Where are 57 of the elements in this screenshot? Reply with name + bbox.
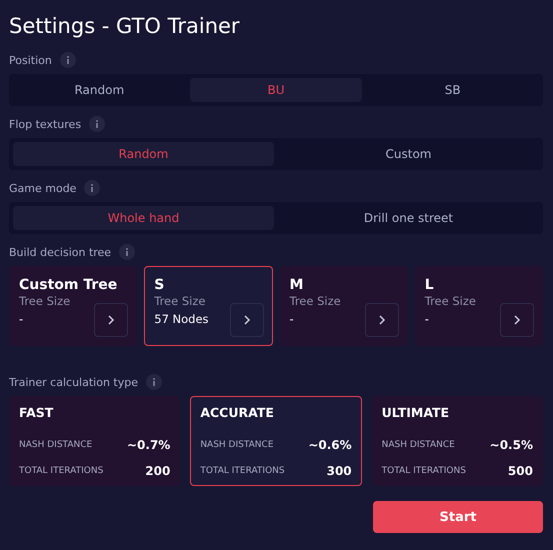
card-caption: Tree Size [424, 294, 476, 308]
stat-value: ~0.7% [126, 438, 170, 452]
section-label: Flop textures [9, 118, 82, 130]
tree-size-card[interactable]: S Tree Size 57 Nodes [144, 266, 272, 346]
tree-size-card[interactable]: M Tree Size - [280, 266, 408, 346]
card-caption: Tree Size [19, 294, 70, 308]
section-label: Trainer calculation type [9, 376, 138, 388]
section-label: Build decision tree [9, 246, 112, 258]
chevron-right-icon [242, 314, 250, 326]
card-value: - [19, 312, 24, 326]
stat-label: TOTAL ITERATIONS [382, 466, 466, 476]
stat-value: ~0.5% [490, 438, 533, 452]
chevron-right-icon [378, 314, 386, 326]
stat-label: NASH DISTANCE [382, 440, 455, 450]
info-icon[interactable] [84, 180, 100, 196]
calculation-card[interactable]: FAST NASH DISTANCE ~0.7% TOTAL ITERATIONS 200 [9, 396, 180, 486]
segment-option[interactable]: Drill one street [278, 206, 539, 230]
stat-value: 300 [326, 464, 352, 478]
card-title: M [290, 277, 304, 293]
card-title: Custom Tree [19, 277, 118, 293]
section-label: Game mode [9, 182, 76, 194]
card-title: ULTIMATE [382, 405, 450, 420]
stat-value: ~0.6% [308, 438, 352, 452]
tree-size-card[interactable]: Custom Tree Tree Size - [9, 266, 138, 346]
section-label: Position [9, 54, 52, 66]
card-value: 57 Nodes [154, 312, 209, 326]
calculation-card[interactable]: ACCURATE NASH DISTANCE ~0.6% TOTAL ITERATIONS 300 [190, 396, 362, 486]
segment-option[interactable]: Whole hand [13, 206, 274, 230]
calculation-card[interactable]: ULTIMATE NASH DISTANCE ~0.5% TOTAL ITERATIONS 500 [372, 396, 543, 486]
segment-option[interactable]: Random [13, 142, 274, 166]
card-title: S [154, 277, 164, 293]
chevron-right-icon [513, 314, 521, 326]
card-caption: Tree Size [290, 294, 341, 308]
card-title: L [424, 277, 434, 293]
segment-option[interactable]: BU [190, 78, 362, 102]
segment-option[interactable]: SB [366, 78, 540, 102]
chevron-right-icon [107, 314, 116, 326]
start-button[interactable]: Start [373, 501, 543, 533]
stat-label: NASH DISTANCE [200, 440, 274, 450]
info-icon[interactable] [60, 52, 76, 68]
info-icon[interactable] [119, 244, 136, 260]
card-value: - [290, 312, 294, 326]
info-icon[interactable] [89, 116, 106, 132]
page-title: Settings - GTO Trainer [9, 14, 241, 38]
stat-value: 200 [145, 464, 170, 478]
segment-option[interactable]: Custom [278, 142, 539, 166]
card-title: ACCURATE [200, 405, 275, 420]
info-icon[interactable] [146, 374, 162, 390]
segment-option[interactable]: Random [13, 78, 186, 102]
stat-label: NASH DISTANCE [19, 440, 92, 450]
stat-label: TOTAL ITERATIONS [19, 466, 104, 476]
card-value: - [424, 312, 429, 326]
stat-value: 500 [508, 464, 533, 478]
tree-size-card[interactable]: L Tree Size - [414, 266, 543, 346]
stat-label: TOTAL ITERATIONS [200, 466, 285, 476]
card-title: FAST [19, 405, 54, 420]
card-caption: Tree Size [154, 294, 206, 308]
